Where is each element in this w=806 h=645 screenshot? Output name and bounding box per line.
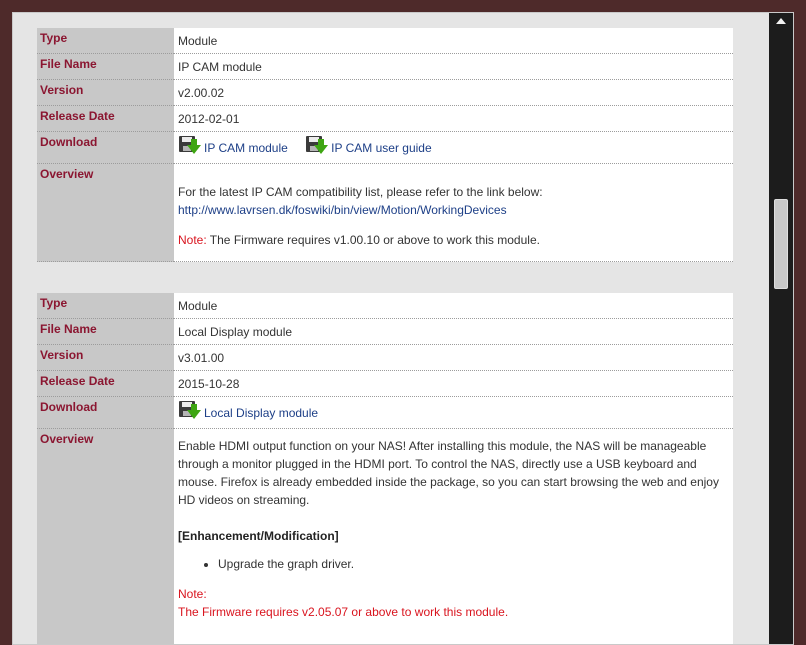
- enhancement-heading: [Enhancement/Modification]: [178, 529, 339, 543]
- type-label: Type: [37, 293, 174, 319]
- download-local-display-module-link[interactable]: Local Display module: [204, 406, 318, 420]
- version-label: Version: [37, 79, 174, 106]
- row-type: Type Module: [37, 293, 733, 319]
- download-item[interactable]: Local Display module: [178, 401, 318, 423]
- download-item[interactable]: IP CAM module: [178, 136, 288, 158]
- download-ip-cam-module-link[interactable]: IP CAM module: [204, 141, 288, 155]
- overview-label: Overview: [37, 163, 174, 262]
- floppy-download-icon: [178, 136, 204, 158]
- file-name-value: Local Display module: [174, 318, 733, 345]
- file-name-value: IP CAM module: [174, 53, 733, 80]
- list-item: Upgrade the graph driver.: [218, 555, 729, 573]
- row-download: Download Local Display module: [37, 396, 733, 429]
- overview-content: For the latest IP CAM compatibility list…: [174, 163, 733, 262]
- row-type: Type Module: [37, 28, 733, 54]
- next-label: [37, 639, 174, 644]
- overview-label: Overview: [37, 428, 174, 643]
- release-date-label: Release Date: [37, 370, 174, 397]
- row-version: Version v3.01.00: [37, 344, 733, 371]
- download-label: Download: [37, 396, 174, 429]
- download-links: IP CAM module IP CAM user guide: [174, 131, 733, 164]
- version-value: v2.00.02: [174, 79, 733, 106]
- floppy-download-icon: [305, 136, 331, 158]
- module-list-window: Type Module File Name IP CAM module Vers…: [12, 12, 794, 645]
- row-file-name: File Name Local Display module: [37, 318, 733, 345]
- type-value: Module: [174, 28, 733, 54]
- note-text: The Firmware requires v1.00.10 or above …: [206, 233, 540, 247]
- release-date-value: 2012-02-01: [174, 105, 733, 132]
- overview-content: Enable HDMI output function on your NAS!…: [174, 428, 733, 643]
- row-overview: Overview For the latest IP CAM compatibi…: [37, 163, 733, 262]
- vertical-scrollbar[interactable]: [769, 13, 793, 644]
- overview-intro: For the latest IP CAM compatibility list…: [178, 185, 543, 199]
- row-release-date: Release Date 2012-02-01: [37, 105, 733, 132]
- overview-intro: Enable HDMI output function on your NAS!…: [178, 439, 719, 507]
- file-name-label: File Name: [37, 53, 174, 80]
- download-item[interactable]: IP CAM user guide: [305, 136, 432, 158]
- enhancement-list: Upgrade the graph driver.: [178, 555, 729, 573]
- release-date-value: 2015-10-28: [174, 370, 733, 397]
- next-value: [174, 639, 733, 644]
- row-overview: Overview Enable HDMI output function on …: [37, 428, 733, 643]
- download-links: Local Display module: [174, 396, 733, 429]
- module-table-local-display: Type Module File Name Local Display modu…: [37, 293, 733, 643]
- floppy-download-icon: [178, 401, 204, 423]
- version-label: Version: [37, 344, 174, 371]
- scroll-up-arrow-icon[interactable]: [776, 18, 786, 24]
- download-ip-cam-user-guide-link[interactable]: IP CAM user guide: [331, 141, 432, 155]
- module-table-ip-cam: Type Module File Name IP CAM module Vers…: [37, 28, 733, 262]
- row-release-date: Release Date 2015-10-28: [37, 370, 733, 397]
- file-name-label: File Name: [37, 318, 174, 345]
- module-table-next: [37, 639, 733, 644]
- type-label: Type: [37, 28, 174, 54]
- download-label: Download: [37, 131, 174, 164]
- row-download: Download IP CAM module IP CAM user guide: [37, 131, 733, 164]
- note-label: Note:: [178, 587, 207, 601]
- row-file-name: File Name IP CAM module: [37, 53, 733, 80]
- version-value: v3.01.00: [174, 344, 733, 371]
- content-area: Type Module File Name IP CAM module Vers…: [13, 13, 769, 644]
- release-date-label: Release Date: [37, 105, 174, 132]
- note-text: The Firmware requires v2.05.07 or above …: [178, 605, 509, 619]
- compatibility-list-link[interactable]: http://www.lavrsen.dk/foswiki/bin/view/M…: [178, 203, 507, 217]
- type-value: Module: [174, 293, 733, 319]
- note-label: Note:: [178, 233, 207, 247]
- scrollbar-thumb[interactable]: [774, 199, 788, 289]
- row-version: Version v2.00.02: [37, 79, 733, 106]
